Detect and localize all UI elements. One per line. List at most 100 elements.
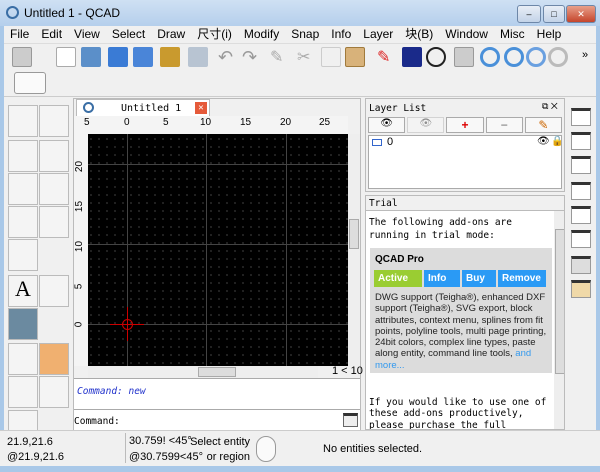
minimize-button[interactable]: – bbox=[517, 5, 541, 23]
ruler-label: 15 bbox=[74, 200, 86, 213]
background-icon[interactable] bbox=[402, 47, 422, 67]
ruler-label: 25 bbox=[319, 117, 331, 128]
menu-info[interactable]: Info bbox=[325, 26, 357, 43]
save-as-icon[interactable] bbox=[133, 47, 153, 67]
toolbox-icon[interactable] bbox=[571, 230, 591, 248]
menu-window[interactable]: Window bbox=[439, 26, 494, 43]
menu-snap[interactable]: Snap bbox=[285, 26, 325, 43]
menu-view[interactable]: View bbox=[68, 26, 106, 43]
new-file-icon[interactable] bbox=[56, 47, 76, 67]
clipboard-icon[interactable] bbox=[571, 280, 591, 298]
ellipse-tool[interactable] bbox=[8, 173, 38, 205]
cut-icon[interactable]: ✂ bbox=[297, 47, 317, 67]
line-tool[interactable] bbox=[39, 105, 69, 137]
horizontal-scrollbar[interactable] bbox=[88, 366, 318, 378]
circle-tool[interactable] bbox=[39, 140, 69, 172]
no-color-icon[interactable] bbox=[426, 47, 446, 67]
spline-tool[interactable] bbox=[39, 173, 69, 205]
menu-misc[interactable]: Misc bbox=[494, 26, 531, 43]
select-entity-tool[interactable] bbox=[39, 376, 69, 408]
menu-modify[interactable]: Modify bbox=[238, 26, 285, 43]
pen-icon[interactable]: ✎ bbox=[377, 47, 397, 67]
remove-button[interactable]: Remove bbox=[498, 270, 546, 287]
trial-panel-icon[interactable] bbox=[571, 256, 591, 274]
print-preview-icon[interactable] bbox=[188, 47, 208, 67]
hide-all-layers-button[interactable]: 👁 bbox=[407, 117, 445, 133]
vertical-scrollbar[interactable] bbox=[348, 134, 360, 366]
grid-icon[interactable] bbox=[454, 47, 474, 67]
selection-filter-icon[interactable] bbox=[571, 206, 591, 224]
menu-layer[interactable]: Layer bbox=[357, 26, 399, 43]
eraser-icon[interactable]: ✎ bbox=[270, 47, 290, 67]
info-button[interactable]: Info bbox=[424, 270, 460, 287]
scrollbar-thumb[interactable] bbox=[555, 229, 564, 374]
layer-list: 0 👁 🔒 bbox=[368, 135, 563, 189]
zoom-window-icon[interactable] bbox=[548, 47, 568, 67]
edit-layer-button[interactable]: ✎ bbox=[524, 117, 563, 133]
svg-export-icon[interactable] bbox=[160, 47, 180, 67]
zoom-out-icon[interactable] bbox=[504, 47, 524, 67]
layer-visible-icon[interactable]: 👁 bbox=[537, 136, 550, 147]
grid-major-line bbox=[286, 134, 287, 366]
zoom-in-icon[interactable] bbox=[480, 47, 500, 67]
undo-icon[interactable]: ↶ bbox=[218, 47, 238, 67]
copy-icon[interactable] bbox=[321, 47, 341, 67]
layer-list-icon[interactable] bbox=[571, 182, 591, 200]
zoom-auto-icon[interactable] bbox=[526, 47, 546, 67]
show-all-layers-button[interactable]: 👁 bbox=[368, 117, 406, 133]
buy-button[interactable]: Buy bbox=[462, 270, 496, 287]
layer-row[interactable]: 0 👁 🔒 bbox=[369, 136, 563, 150]
ruler-label: 20 bbox=[280, 117, 292, 128]
library-browser-icon[interactable] bbox=[571, 156, 591, 174]
tab-untitled-1[interactable]: Untitled 1 ✕ bbox=[76, 99, 210, 116]
select-tool-button[interactable] bbox=[14, 72, 46, 94]
open-icon[interactable] bbox=[81, 47, 101, 67]
command-prompt: Command: bbox=[74, 416, 120, 427]
close-button[interactable]: ✕ bbox=[566, 5, 596, 23]
scrollbar-thumb[interactable] bbox=[349, 219, 359, 249]
property-editor-icon[interactable] bbox=[571, 108, 591, 126]
text-tool[interactable]: A bbox=[8, 275, 38, 307]
trial-scrollbar[interactable] bbox=[554, 211, 564, 429]
image-tool[interactable] bbox=[8, 308, 38, 340]
dimension-tool[interactable] bbox=[39, 275, 69, 307]
redo-icon[interactable]: ↷ bbox=[242, 47, 262, 67]
menu-dimension[interactable]: 尺寸(i) bbox=[191, 26, 238, 43]
trial-outro: If you would like to use one of these ad… bbox=[369, 397, 547, 430]
horizontal-ruler: 5 0 5 10 15 20 25 bbox=[74, 116, 348, 134]
scrollbar-thumb[interactable] bbox=[198, 367, 236, 377]
modify-tool[interactable] bbox=[8, 343, 38, 375]
active-button[interactable]: Active bbox=[374, 270, 422, 287]
select-icon[interactable] bbox=[12, 47, 32, 67]
ruler-label: 5 bbox=[73, 283, 85, 290]
hatch-tool[interactable] bbox=[8, 239, 38, 271]
toolbar-overflow-button[interactable]: » bbox=[582, 49, 588, 61]
layer-lock-icon[interactable]: 🔒 bbox=[551, 136, 563, 147]
ruler-label: 20 bbox=[74, 160, 86, 173]
menu-block[interactable]: 块(B) bbox=[399, 26, 439, 43]
add-layer-button[interactable]: + bbox=[446, 117, 484, 133]
menu-help[interactable]: Help bbox=[531, 26, 568, 43]
block-list-icon[interactable] bbox=[571, 132, 591, 150]
measure-tool[interactable] bbox=[39, 343, 69, 375]
paste-icon[interactable] bbox=[345, 47, 365, 67]
drawing-canvas[interactable] bbox=[88, 134, 348, 366]
point-tool[interactable] bbox=[8, 105, 38, 137]
polyline-tool[interactable] bbox=[8, 206, 38, 238]
menu-file[interactable]: File bbox=[4, 26, 35, 43]
menu-draw[interactable]: Draw bbox=[151, 26, 191, 43]
command-expand-button[interactable] bbox=[343, 413, 358, 427]
info-tool[interactable] bbox=[8, 376, 38, 408]
trial-panel: Trial The following add-ons are running … bbox=[365, 195, 565, 430]
maximize-button[interactable]: □ bbox=[543, 5, 565, 23]
remove-layer-button[interactable]: − bbox=[485, 117, 523, 133]
float-panel-icon[interactable]: ⧉ ✕ bbox=[542, 101, 558, 112]
menu-bar: File Edit View Select Draw 尺寸(i) Modify … bbox=[4, 26, 596, 43]
command-input[interactable] bbox=[134, 412, 340, 428]
arc-tool[interactable] bbox=[8, 140, 38, 172]
shape-tool[interactable] bbox=[39, 206, 69, 238]
menu-edit[interactable]: Edit bbox=[35, 26, 68, 43]
close-tab-icon[interactable]: ✕ bbox=[195, 102, 207, 114]
menu-select[interactable]: Select bbox=[106, 26, 151, 43]
save-icon[interactable] bbox=[108, 47, 128, 67]
